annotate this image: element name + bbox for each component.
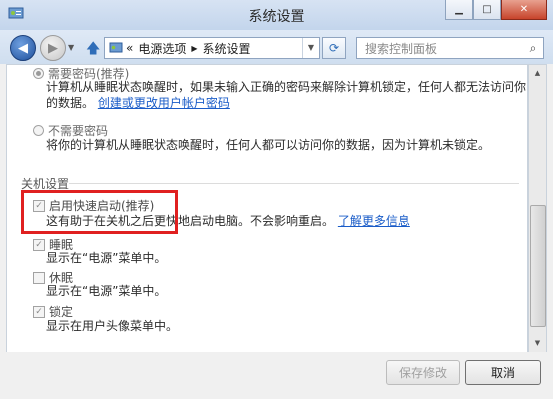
breadcrumb-power-options[interactable]: 电源选项 bbox=[138, 40, 186, 57]
save-changes-button[interactable]: 保存修改 bbox=[386, 360, 460, 385]
navigation-bar: ◀ ▶ ▼ 🡅 « 电源选项 ▶ 系统设置 ▼ ⟳ 搜索控制面板 ⌕ bbox=[0, 30, 553, 64]
refresh-icon: ⟳ bbox=[328, 41, 340, 55]
search-placeholder[interactable]: 搜索控制面板 bbox=[357, 40, 523, 57]
title-bar: 系统设置 ▁ □ ✕ bbox=[0, 0, 553, 30]
search-box[interactable]: 搜索控制面板 ⌕ bbox=[356, 37, 544, 59]
scroll-thumb[interactable] bbox=[530, 205, 546, 327]
forward-button[interactable]: ▶ bbox=[40, 35, 66, 61]
breadcrumb-prefix[interactable]: « bbox=[126, 41, 133, 55]
sleep-checkbox[interactable]: ✓ bbox=[33, 238, 45, 251]
sleep-desc: 显示在“电源”菜单中。 bbox=[46, 251, 167, 265]
scroll-up-icon[interactable]: ▲ bbox=[529, 65, 546, 82]
lock-desc: 显示在用户头像菜单中。 bbox=[46, 319, 179, 333]
lock-checkbox[interactable]: ✓ bbox=[33, 305, 45, 318]
hibernate-desc: 显示在“电源”菜单中。 bbox=[46, 284, 167, 298]
no-password-desc: 将你的计算机从睡眠状态唤醒时，任何人都可以访问你的数据，因为计算机未锁定。 bbox=[46, 138, 491, 152]
cancel-button[interactable]: 取消 bbox=[465, 360, 541, 385]
scroll-down-icon[interactable]: ▼ bbox=[529, 335, 546, 352]
window-controls: ▁ □ ✕ bbox=[445, 0, 547, 20]
close-button[interactable]: ✕ bbox=[501, 0, 547, 20]
learn-more-link[interactable]: 了解更多信息 bbox=[338, 214, 410, 228]
highlight-box bbox=[21, 190, 178, 234]
control-panel-icon bbox=[109, 42, 123, 53]
recent-pages-dropdown[interactable]: ▼ bbox=[68, 43, 74, 52]
back-button[interactable]: ◀ bbox=[10, 35, 36, 61]
address-bar[interactable]: « 电源选项 ▶ 系统设置 ▼ bbox=[104, 37, 320, 59]
breadcrumb-system-settings[interactable]: 系统设置 bbox=[203, 40, 251, 57]
create-password-link[interactable]: 创建或更改用户帐户密码 bbox=[98, 96, 230, 110]
refresh-button[interactable]: ⟳ bbox=[322, 37, 346, 59]
require-password-desc-line1: 计算机从睡眠状态唤醒时，如果未输入正确的密码来解除计算机锁定，任何人都无法访问你 bbox=[46, 80, 527, 94]
up-level-button[interactable]: 🡅 bbox=[86, 38, 100, 62]
hibernate-checkbox[interactable] bbox=[33, 271, 45, 284]
section-divider bbox=[69, 183, 519, 184]
require-password-radio[interactable] bbox=[33, 68, 44, 79]
settings-content: 需要密码(推荐) 计算机从睡眠状态唤醒时，如果未输入正确的密码来解除计算机锁定，… bbox=[6, 64, 528, 353]
address-dropdown-button[interactable]: ▼ bbox=[302, 38, 319, 58]
require-password-desc: 的数据。 创建或更改用户帐户密码 bbox=[46, 95, 230, 111]
require-password-desc-line2: 的数据。 bbox=[46, 96, 95, 110]
minimize-button[interactable]: ▁ bbox=[445, 0, 473, 20]
search-icon[interactable]: ⌕ bbox=[523, 41, 543, 56]
vertical-scrollbar[interactable]: ▲ ▼ bbox=[528, 64, 547, 353]
no-password-radio[interactable] bbox=[33, 125, 44, 136]
dialog-footer: 保存修改 取消 bbox=[0, 352, 553, 399]
breadcrumb-separator-icon: ▶ bbox=[191, 43, 198, 53]
maximize-button[interactable]: □ bbox=[473, 0, 501, 20]
system-settings-window: 系统设置 ▁ □ ✕ ◀ ▶ ▼ 🡅 « 电源选项 ▶ 系统设置 ▼ ⟳ 搜索控… bbox=[0, 0, 553, 399]
